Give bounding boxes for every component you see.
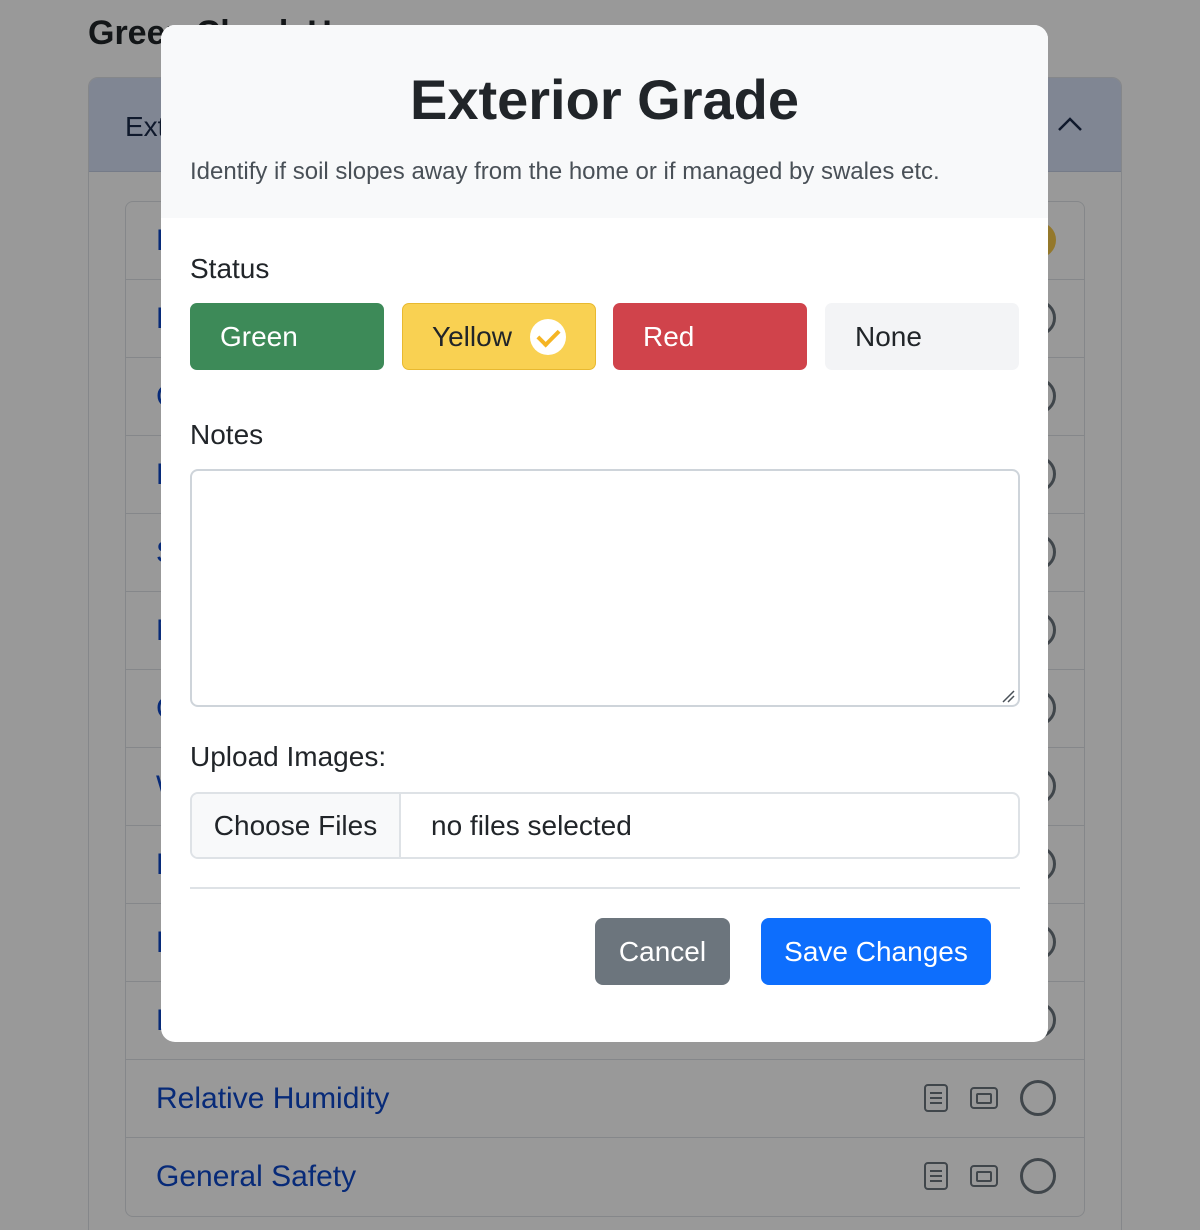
status-yellow-label: Yellow	[432, 320, 512, 352]
status-modal: Exterior Grade Identify if soil slopes a…	[161, 25, 1048, 1042]
modal-title: Exterior Grade	[409, 68, 800, 131]
status-green-label: Green	[220, 320, 298, 352]
status-none-label: None	[855, 320, 922, 352]
choose-files-button[interactable]: Choose Files	[192, 794, 401, 857]
modal-header: Exterior Grade Identify if soil slopes a…	[161, 25, 1048, 218]
modal-description: Identify if soil slopes away from the ho…	[190, 158, 940, 185]
status-yellow-button[interactable]: Yellow	[402, 303, 596, 370]
status-green-button[interactable]: Green	[190, 303, 384, 370]
notes-textarea[interactable]	[190, 469, 1020, 707]
check-circle-icon	[529, 318, 566, 355]
notes-label: Notes	[190, 419, 264, 450]
save-changes-button[interactable]: Save Changes	[761, 918, 991, 985]
status-red-label: Red	[643, 320, 695, 352]
footer-divider	[190, 887, 1020, 889]
status-label: Status	[190, 253, 270, 284]
upload-label: Upload Images:	[190, 741, 387, 772]
file-status-text: no files selected	[431, 809, 632, 841]
resize-grip-icon[interactable]	[1001, 689, 1015, 703]
status-none-button[interactable]: None	[825, 303, 1019, 370]
file-input[interactable]: Choose Files no files selected	[190, 792, 1020, 859]
status-red-button[interactable]: Red	[613, 303, 807, 370]
cancel-button[interactable]: Cancel	[595, 918, 730, 985]
